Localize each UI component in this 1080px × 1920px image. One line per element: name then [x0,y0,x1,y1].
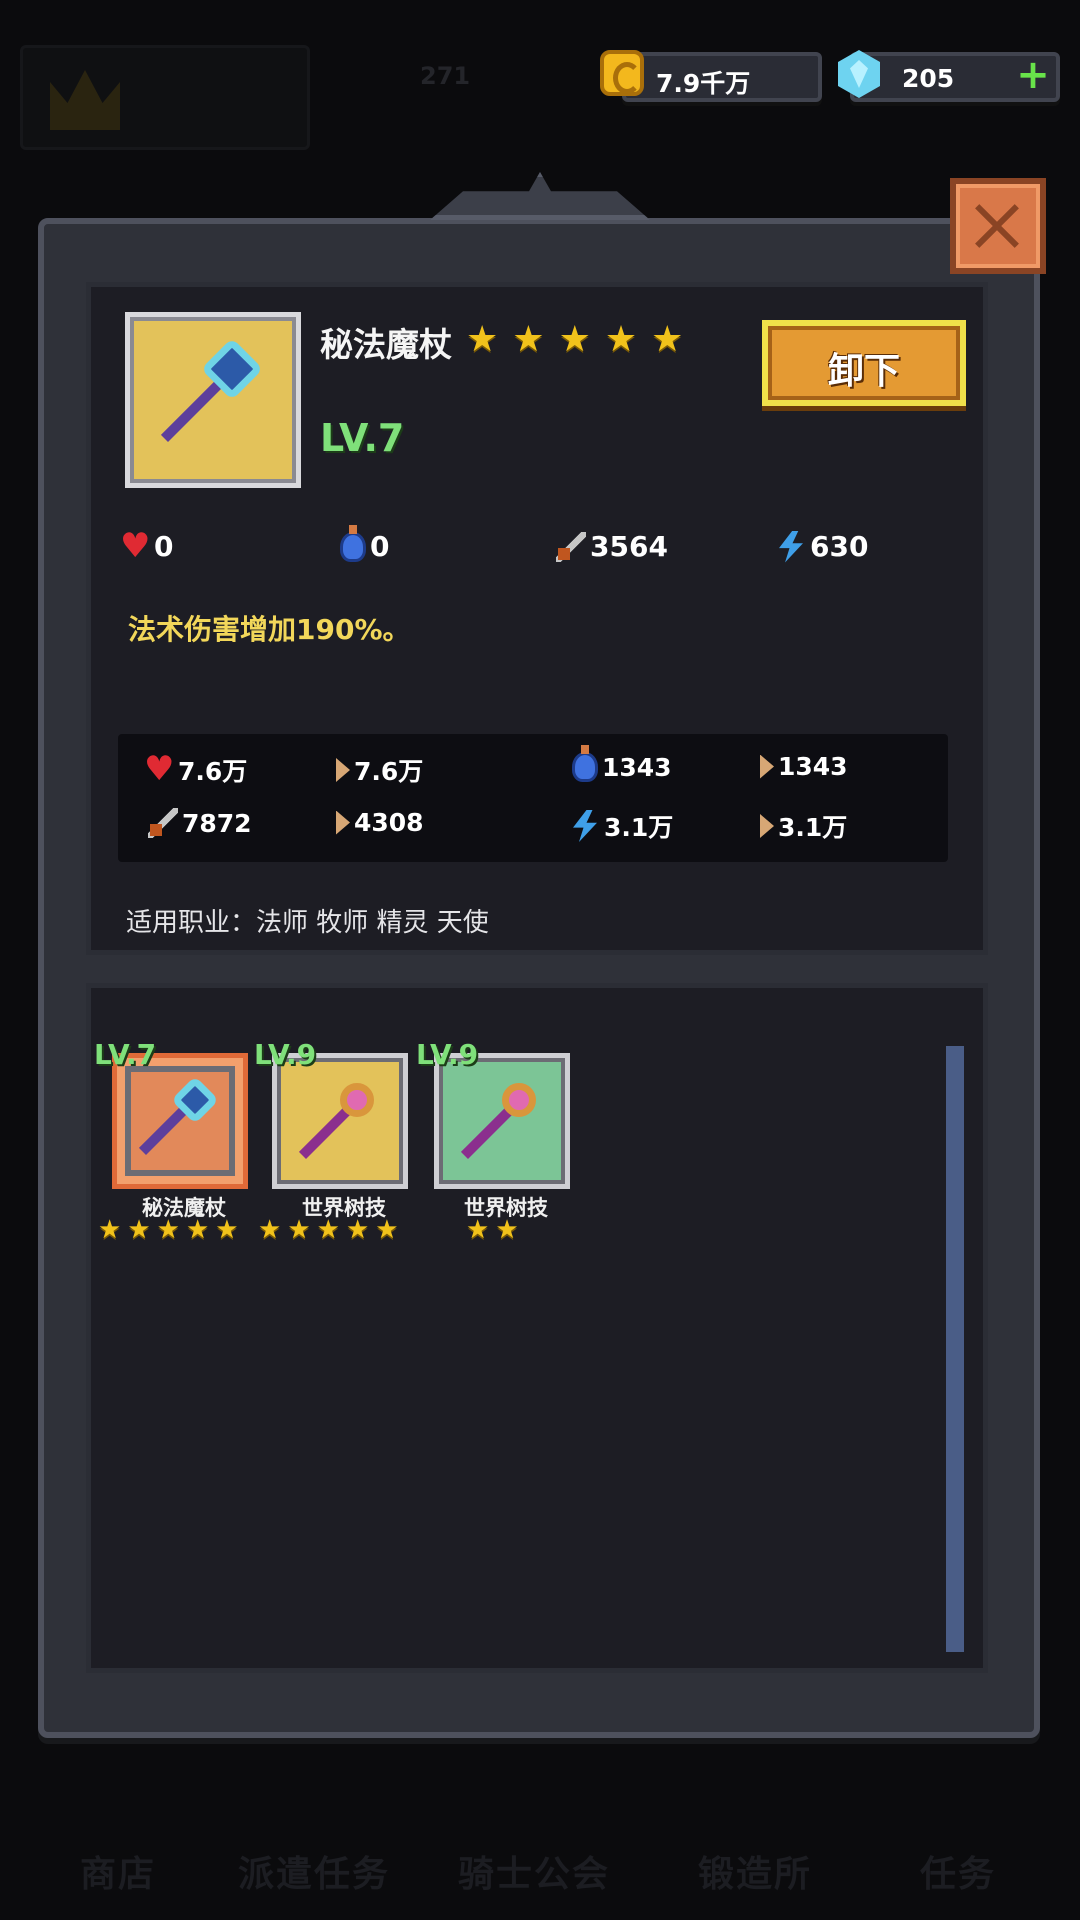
total-magic: 3.1万 [570,808,673,844]
nav-forge: 锻造所 [698,1854,813,1895]
total-mp-value: 1343 [602,752,672,782]
star-icon: ★ [512,319,545,360]
star-icon: ★ [156,1215,180,1245]
star-icon: ★ [215,1215,239,1245]
staff-icon [272,1053,408,1189]
unequip-label: 卸下 [827,351,900,392]
base-hp: 7.6万 [336,752,423,788]
item-effect: 法术伤害增加190%。 [128,613,411,646]
stat-magic-value: 630 [810,530,869,563]
star-icon: ★ [185,1215,210,1245]
unequip-button[interactable]: 卸下 [762,320,966,406]
nav-shop: 商店 [80,1854,157,1895]
star-icon: ★ [375,1215,399,1245]
star-icon: ★ [287,1215,311,1245]
gem-amount: 205 [902,64,955,93]
stat-mp: 0 [340,524,390,563]
item-stars: ★ ★ ★ ★ ★ [466,322,683,358]
star-icon: ★ [558,319,591,360]
lightning-icon [573,810,597,842]
nav-quests: 任务 [920,1854,997,1895]
sword-icon [556,531,586,562]
base-mp-value: 1343 [778,752,848,781]
equipped-item-icon [125,312,301,488]
star-icon: ★ [127,1215,151,1245]
player-info-panel [20,45,310,150]
star-icon: ★ [466,319,499,360]
star-icon: ★ [466,1215,490,1245]
star-icon: ★ [495,1215,519,1245]
nav-guild: 骑士公会 [458,1854,611,1895]
panel-ornament [430,172,650,220]
nav-dispatch: 派遣任务 [238,1854,391,1895]
star-icon: ★ [345,1215,370,1245]
base-mp: 1343 [760,752,848,781]
star-icon: ★ [258,1215,282,1245]
star-icon: ★ [98,1215,122,1245]
total-attack: 7872 [148,808,252,838]
wand-icon [112,1053,248,1189]
item-level: LV.9 [416,1038,479,1071]
stat-mp-value: 0 [370,530,390,563]
stat-magic: 630 [776,530,868,563]
staff-icon [434,1053,570,1189]
stat-attack-value: 3564 [590,530,668,563]
item-level: LV.7 [320,416,405,460]
item-name: 秘法魔杖 [320,325,452,364]
lightning-icon [779,530,803,563]
sword-icon [148,808,178,838]
item-level: LV.7 [94,1038,157,1071]
total-attack-value: 7872 [182,808,252,838]
inventory-item-1[interactable]: LV.7 [94,1038,248,1189]
inventory-item-2[interactable]: LV.9 [254,1038,408,1189]
inventory-item-stars: ★ ★ [466,1217,519,1243]
star-icon: ★ [651,319,684,360]
close-button[interactable] [950,178,1046,274]
inventory-item-stars: ★ ★ ★ ★ ★ [98,1217,239,1243]
base-magic-value: 3.1万 [778,813,848,842]
potion-icon [340,524,366,562]
inventory-item-stars: ★ ★ ★ ★ ★ [258,1217,399,1243]
inventory-item-3[interactable]: LV.9 [416,1038,570,1189]
heart-icon [120,526,150,566]
arrow-icon [336,758,350,782]
base-hp-value: 7.6万 [354,757,424,786]
heart-icon [144,749,174,789]
potion-icon [572,745,598,782]
applicable-classes: 适用职业：法师 牧师 精灵 天使 [126,908,489,938]
arrow-icon [336,810,350,835]
star-icon: ★ [316,1215,340,1245]
background-value: 271 [420,62,471,90]
star-icon: ★ [604,319,638,360]
scrollbar[interactable] [946,1046,964,1652]
stat-attack: 3564 [556,530,668,563]
item-level: LV.9 [254,1038,317,1071]
stat-hp: 0 [120,526,174,566]
total-mp: 1343 [572,745,672,782]
arrow-icon [760,754,774,779]
base-magic: 3.1万 [760,808,847,844]
wand-icon [130,317,296,483]
add-gems-button[interactable]: + [1016,55,1050,95]
total-hp: 7.6万 [144,749,248,789]
arrow-icon [760,814,774,838]
gold-amount: 7.9千万 [656,69,751,98]
total-hp-value: 7.6万 [178,757,248,786]
stat-hp-value: 0 [154,530,174,563]
base-attack: 4308 [336,808,424,837]
base-attack-value: 4308 [354,808,424,837]
gold-coin-icon [600,50,644,96]
gold-counter: 7.9千万 [622,52,822,102]
total-magic-value: 3.1万 [604,813,674,842]
